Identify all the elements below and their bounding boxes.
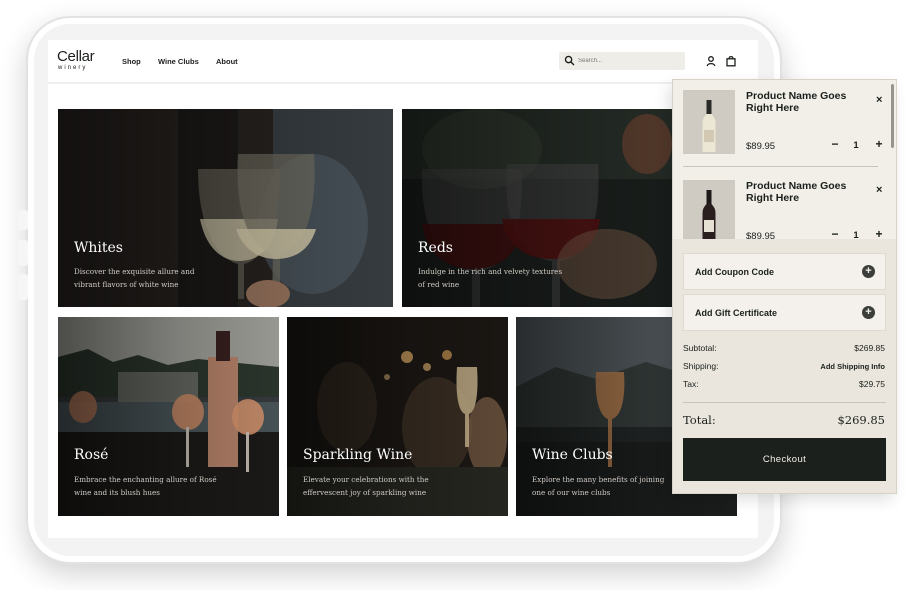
brand-logo[interactable]: Cellar winery xyxy=(57,49,103,72)
add-shipping-info-link[interactable]: Add Shipping Info xyxy=(820,362,885,371)
brand-tagline: winery xyxy=(58,65,88,71)
total-value: $269.85 xyxy=(837,413,885,427)
quantity-value: 1 xyxy=(853,230,859,239)
product-price: $89.95 xyxy=(746,231,776,239)
quantity-increase-button[interactable]: + xyxy=(873,137,885,151)
tablet-side-button xyxy=(18,240,28,266)
total-divider xyxy=(683,402,886,403)
nav-wine-clubs[interactable]: Wine Clubs xyxy=(158,57,199,66)
category-tile-sparkling-wine[interactable]: Sparkling Wine Elevate your celebrations… xyxy=(287,317,508,516)
cart-scrollbar[interactable] xyxy=(891,84,894,148)
plus-circle-icon: + xyxy=(862,265,875,278)
total-label: Total: xyxy=(683,413,716,427)
site-header: Cellar winery Shop Wine Clubs About xyxy=(48,40,758,84)
option-label: Add Coupon Code xyxy=(695,267,774,277)
checkout-button[interactable]: Checkout xyxy=(683,438,886,481)
tile-title: Wine Clubs xyxy=(532,447,613,463)
add-gift-certificate-button[interactable]: Add Gift Certificate + xyxy=(683,294,886,331)
wine-bottle-icon xyxy=(702,100,716,152)
nav-shop[interactable]: Shop xyxy=(122,57,141,66)
product-name[interactable]: Product Name Goes Right Here xyxy=(746,180,856,204)
item-divider xyxy=(683,166,878,167)
add-coupon-button[interactable]: Add Coupon Code + xyxy=(683,253,886,290)
category-tile-rose[interactable]: Rosé Embrace the enchanting allure of Ro… xyxy=(58,317,279,516)
wine-bottle-icon xyxy=(702,190,716,239)
option-label: Add Gift Certificate xyxy=(695,308,778,318)
tile-description: Discover the exquisite allure and vibran… xyxy=(74,267,195,289)
quantity-value: 1 xyxy=(853,140,859,151)
nav-about[interactable]: About xyxy=(216,57,238,66)
shipping-label: Shipping: xyxy=(683,361,719,371)
tax-label: Tax: xyxy=(683,379,699,389)
remove-item-button[interactable]: × xyxy=(876,184,882,196)
cart-panel: Product Name Goes Right Here × $89.95 − … xyxy=(672,79,897,494)
tile-description: Embrace the enchanting allure of Rosé wi… xyxy=(74,475,217,497)
tablet-side-button xyxy=(18,274,28,300)
tablet-side-button xyxy=(18,210,28,230)
tile-title: Rosé xyxy=(74,447,109,463)
category-tile-whites[interactable]: Whites Discover the exquisite allure and… xyxy=(58,109,393,307)
search-icon[interactable] xyxy=(564,55,575,66)
cart-item: Product Name Goes Right Here × $89.95 − … xyxy=(683,180,888,239)
quantity-decrease-button[interactable]: − xyxy=(829,227,841,239)
browser-screen: Cellar winery Shop Wine Clubs About Sear… xyxy=(48,40,758,538)
product-price: $89.95 xyxy=(746,141,776,152)
brand-name: Cellar xyxy=(57,48,95,65)
tile-description: Indulge in the rich and velvety textures… xyxy=(418,267,563,289)
search-input[interactable] xyxy=(578,54,678,68)
product-thumbnail[interactable] xyxy=(683,180,735,239)
tile-description: Elevate your celebrations with the effer… xyxy=(303,475,429,497)
search-bar[interactable] xyxy=(559,52,685,70)
bag-icon[interactable] xyxy=(725,55,737,67)
quantity-decrease-button[interactable]: − xyxy=(829,137,841,151)
cart-items-list[interactable]: Product Name Goes Right Here × $89.95 − … xyxy=(673,80,896,239)
tile-description: Explore the many benefits of joining one… xyxy=(532,475,665,497)
remove-item-button[interactable]: × xyxy=(876,94,882,106)
tile-title: Whites xyxy=(74,240,123,256)
plus-circle-icon: + xyxy=(862,306,875,319)
tile-title: Sparkling Wine xyxy=(303,447,413,463)
account-icon[interactable] xyxy=(705,55,717,67)
quantity-increase-button[interactable]: + xyxy=(873,227,885,239)
subtotal-value: $269.85 xyxy=(854,343,885,353)
tile-title: Reds xyxy=(418,240,453,256)
subtotal-label: Subtotal: xyxy=(683,343,717,353)
product-name[interactable]: Product Name Goes Right Here xyxy=(746,90,856,114)
tax-value: $29.75 xyxy=(859,379,885,389)
product-thumbnail[interactable] xyxy=(683,90,735,154)
